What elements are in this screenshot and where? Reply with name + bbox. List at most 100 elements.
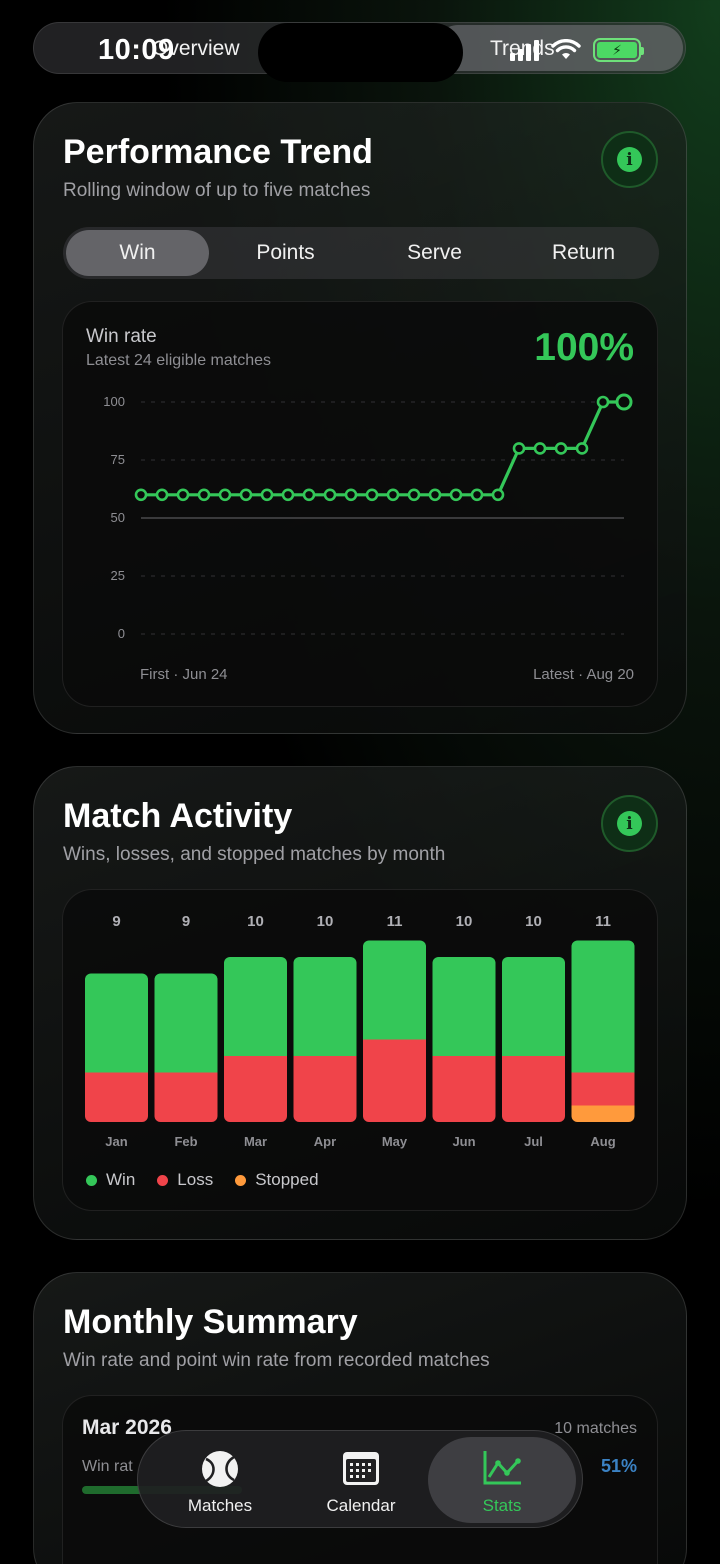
win-rate-line-chart: 0 25 50 75 100 (103, 393, 633, 641)
win-rate-point (197, 488, 211, 502)
bar-stack (224, 957, 287, 1122)
bar-total-label: 10 (525, 913, 542, 930)
win-rate-point (596, 395, 610, 409)
dynamic-island (258, 23, 463, 82)
bar-segment-loss (85, 1072, 148, 1122)
bar-total-label: 10 (247, 913, 264, 930)
bar-segment-win (432, 957, 496, 1056)
activity-info-button[interactable]: i (601, 795, 658, 852)
bar-total-label: 9 (112, 913, 120, 930)
bar-stack (363, 940, 426, 1122)
bar-segment-win (571, 940, 635, 1073)
legend-label: Stopped (255, 1170, 319, 1189)
win-rate-point (365, 488, 379, 502)
month-label: Mar (244, 1134, 267, 1149)
month-label: Jul (524, 1134, 543, 1149)
bar-segment-win (293, 957, 357, 1056)
legend-item-stopped: Stopped (235, 1170, 319, 1190)
status-icons: ⚡ (510, 38, 644, 62)
month-label: Jun (452, 1134, 475, 1149)
bar-total-label: 9 (182, 913, 190, 930)
activity-chart-panel: 9 Jan 9 Feb 10 Mar 10 Apr 11 May 10 Jun 10 Jul 11 Aug W… (62, 889, 658, 1211)
win-rate-point (491, 488, 505, 502)
cellular-signal-icon (510, 39, 539, 61)
performance-info-button[interactable]: i (601, 131, 658, 188)
month-label: Jan (105, 1134, 127, 1149)
win-rate-point (512, 442, 526, 455)
bottom-tab-bar: Matches Calendar Stats (137, 1430, 583, 1528)
win-rate-point (176, 488, 190, 502)
tab-calendar-label: Calendar (326, 1496, 396, 1515)
win-rate-point (615, 393, 633, 411)
tab-stats-label: Stats (482, 1496, 522, 1515)
y-tick-label: 100 (103, 394, 125, 409)
bar-stack (154, 973, 218, 1122)
win-rate-point (323, 488, 337, 502)
tab-win[interactable]: Win (66, 230, 209, 276)
bar-stack (502, 957, 565, 1122)
battery-icon: ⚡ (593, 38, 644, 62)
bar-segment-loss (293, 1056, 357, 1122)
win-rate-point (281, 488, 295, 502)
match-activity-bar-chart: 9 Jan 9 Feb 10 Mar 10 Apr 11 May 10 Jun 10 Jul 11 Aug (85, 913, 635, 1149)
info-icon: i (617, 147, 642, 172)
bar-stack (432, 957, 496, 1122)
first-match-label: First · Jun 24 (140, 666, 228, 683)
win-rate-point (554, 442, 568, 455)
summary-subtitle: Win rate and point win rate from recorde… (63, 1350, 490, 1371)
summary-point-rate: 51% (600, 1456, 637, 1476)
latest-match-label: Latest · Aug 20 (533, 666, 634, 683)
match-activity-card: Match Activity Wins, losses, and stopped… (33, 766, 687, 1240)
bar-segment-win (502, 957, 565, 1056)
month-label: May (382, 1134, 408, 1149)
activity-legend: Win Loss Stopped (86, 1170, 319, 1190)
bar-segment-loss (154, 1072, 218, 1122)
performance-title: Performance Trend (63, 133, 373, 171)
legend-item-loss: Loss (157, 1170, 213, 1190)
performance-subtitle: Rolling window of up to five matches (63, 180, 371, 201)
win-rate-point (386, 488, 400, 502)
y-tick-label: 0 (118, 626, 125, 641)
y-tick-label: 75 (111, 452, 125, 467)
tab-stats[interactable]: Stats (428, 1437, 576, 1523)
month-label: Aug (590, 1134, 615, 1149)
tab-matches-label: Matches (187, 1496, 253, 1515)
status-time: 10:09 (98, 34, 175, 66)
win-rate-point (428, 488, 442, 502)
win-rate-chart-panel: Win rate Latest 24 eligible matches 100%… (62, 301, 658, 707)
bar-segment-win (224, 957, 287, 1056)
win-rate-point (218, 488, 232, 502)
bar-segment-loss (571, 1072, 635, 1106)
win-rate-point (260, 488, 274, 502)
win-rate-point (575, 442, 589, 455)
win-rate-point (470, 488, 484, 502)
win-rate-point (239, 488, 253, 502)
summary-match-count: 10 matches (554, 1420, 637, 1437)
month-label: Feb (174, 1134, 197, 1149)
month-label: Apr (314, 1134, 336, 1149)
win-rate-point (407, 488, 421, 502)
win-rate-series-line (141, 400, 624, 497)
legend-label: Win (106, 1170, 136, 1189)
bar-total-label: 10 (456, 913, 473, 930)
win-rate-point (302, 488, 316, 502)
tab-points[interactable]: Points (214, 230, 357, 276)
performance-trend-card: Performance Trend Rolling window of up t… (33, 102, 687, 734)
tab-return[interactable]: Return (512, 230, 655, 276)
legend-label: Loss (177, 1170, 214, 1189)
bar-segment-win (154, 973, 218, 1073)
metric-tabs: Win Points Serve Return (63, 227, 659, 279)
bar-total-label: 11 (387, 913, 403, 930)
bar-stack (85, 973, 148, 1122)
bar-total-label: 10 (317, 913, 334, 930)
info-icon: i (617, 811, 642, 836)
tab-calendar[interactable]: Calendar (287, 1437, 435, 1523)
bar-segment-loss (363, 1039, 426, 1122)
y-tick-label: 50 (111, 510, 125, 525)
summary-win-rate-label: Win rat (82, 1458, 133, 1475)
tab-matches[interactable]: Matches (146, 1437, 294, 1523)
tab-serve[interactable]: Serve (363, 230, 506, 276)
bar-stack (571, 940, 635, 1122)
activity-title: Match Activity (63, 797, 293, 835)
wifi-icon (551, 39, 581, 59)
